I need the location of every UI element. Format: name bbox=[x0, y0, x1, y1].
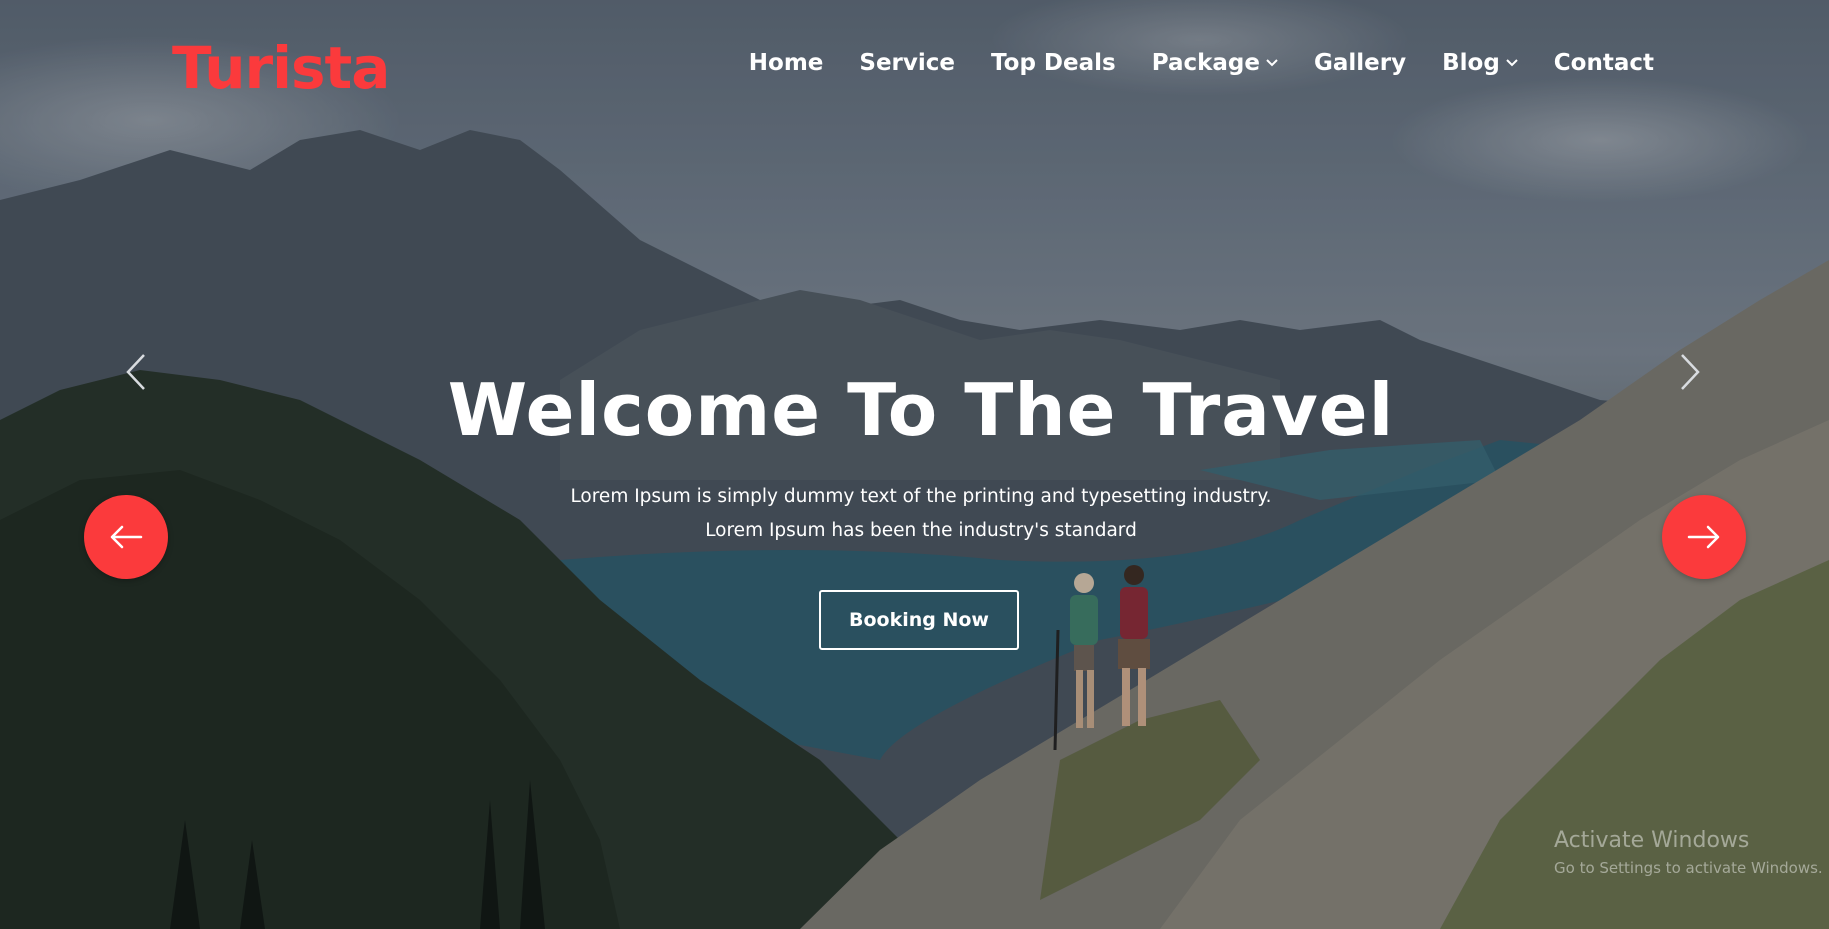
watermark-subtitle: Go to Settings to activate Windows. bbox=[1554, 859, 1823, 877]
site-logo[interactable]: Turista bbox=[172, 34, 390, 102]
nav-item-label: Service bbox=[859, 50, 956, 76]
nav-item-contact[interactable]: Contact bbox=[1554, 50, 1654, 76]
chevron-down-icon bbox=[1506, 59, 1518, 67]
windows-activation-watermark: Activate Windows Go to Settings to activ… bbox=[1554, 828, 1823, 877]
arrow-left-icon bbox=[110, 525, 143, 549]
hero-subtitle-line-2: Lorem Ipsum has been the industry's stan… bbox=[705, 520, 1137, 541]
booking-now-button[interactable]: Booking Now bbox=[819, 590, 1019, 650]
hero-section bbox=[0, 0, 1829, 929]
nav-item-label: Top Deals bbox=[991, 50, 1116, 76]
chevron-left-icon[interactable] bbox=[124, 352, 148, 392]
nav-item-label: Contact bbox=[1553, 50, 1654, 76]
chevron-right-icon[interactable] bbox=[1678, 352, 1702, 392]
hero-subtitle-line-1: Lorem Ipsum is simply dummy text of the … bbox=[570, 486, 1272, 507]
watermark-title: Activate Windows bbox=[1554, 828, 1750, 853]
nav-item-package[interactable]: Package bbox=[1152, 50, 1278, 76]
nav-item-service[interactable]: Service bbox=[859, 50, 955, 76]
hero-title: Welcome To The Travel bbox=[447, 368, 1395, 452]
nav-item-gallery[interactable]: Gallery bbox=[1314, 50, 1406, 76]
nav-item-blog[interactable]: Blog bbox=[1442, 50, 1518, 76]
nav-item-top-deals[interactable]: Top Deals bbox=[991, 50, 1116, 76]
nav-item-label: Gallery bbox=[1314, 50, 1407, 76]
nav-item-home[interactable]: Home bbox=[749, 50, 824, 76]
nav-item-label: Package bbox=[1151, 50, 1260, 76]
chevron-down-icon bbox=[1266, 59, 1278, 67]
hero-overlay bbox=[0, 0, 1829, 929]
main-nav: Home Service Top Deals Package Gallery B… bbox=[749, 50, 1654, 76]
arrow-right-icon bbox=[1687, 525, 1720, 549]
nav-item-label: Blog bbox=[1442, 50, 1500, 76]
nav-item-label: Home bbox=[748, 50, 824, 76]
carousel-prev-button[interactable] bbox=[84, 495, 168, 579]
carousel-next-button[interactable] bbox=[1662, 495, 1746, 579]
